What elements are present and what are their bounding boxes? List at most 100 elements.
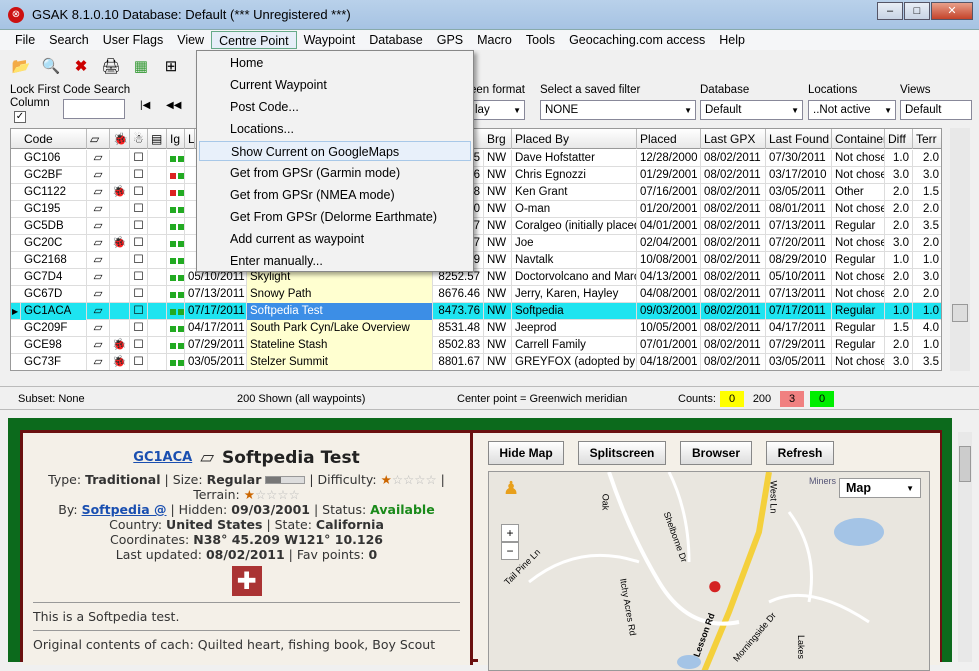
cell-by: O-man (512, 201, 637, 218)
google-map[interactable]: ♟ + − Map ▼ ● Oak Tail Pine Ln Itchy Acre… (488, 471, 930, 671)
cell-found: 08/29/2010 (766, 252, 832, 269)
col-type-icon[interactable]: ▱ (87, 129, 110, 149)
detail-panel: GC1ACA ▱ Softpedia Test Type: Traditiona… (8, 418, 952, 671)
screen-format-select[interactable]: lay ▼ (470, 100, 525, 120)
table-row[interactable]: GC195 0 NW O-man 01/20/2001 08/02/2011 08/01/2… (11, 201, 941, 218)
col-last-gpx[interactable]: Last GPX (701, 129, 766, 149)
export-icon[interactable]: ⊞ (160, 56, 182, 78)
cache-code-link[interactable]: GC1ACA (133, 450, 192, 465)
grid-icon[interactable]: ▦ (130, 56, 152, 78)
saved-filter-select[interactable]: NONE ▼ (540, 100, 696, 120)
dd-locations[interactable]: Locations... (199, 119, 471, 139)
country: United States (166, 517, 263, 532)
map-type-select[interactable]: Map ▼ (839, 478, 921, 498)
print-icon[interactable]: 🖨 (100, 56, 122, 78)
menu-gps[interactable]: GPS (430, 31, 470, 49)
menu-view[interactable]: View (170, 31, 211, 49)
grid-scrollbar[interactable] (950, 128, 970, 371)
cell-code: GC7D4 (21, 269, 87, 286)
cell-code: GC1ACA (21, 303, 87, 320)
table-row[interactable]: GC5DB 7 NW Coralgeo (initially placed b 04/0… (11, 218, 941, 235)
col-l[interactable]: L (185, 129, 195, 149)
views-select[interactable]: Default (900, 100, 972, 120)
cell-brg: NW (484, 303, 512, 320)
col-placed[interactable]: Placed (637, 129, 701, 149)
dd-gpsr-garmin[interactable]: Get from GPSr (Garmin mode) (199, 163, 471, 183)
col-brg[interactable]: Brg (484, 129, 512, 149)
nav-prev-icon[interactable]: ◀◀ (166, 100, 181, 111)
menu-database[interactable]: Database (362, 31, 430, 49)
open-folder-icon[interactable]: 📂 (10, 56, 32, 78)
col-diff[interactable]: Diff (885, 129, 913, 149)
menu-waypoint[interactable]: Waypoint (297, 31, 363, 49)
table-row[interactable]: ▶ GC1ACA 07/17/2011 Softpedia Test 8473.76 NW… (11, 303, 941, 320)
menu-help[interactable]: Help (712, 31, 752, 49)
owner-link[interactable]: Softpedia @ (82, 502, 167, 517)
pegman-icon[interactable]: ♟ (503, 478, 519, 504)
dd-gpsr-delorme[interactable]: Get From GPSr (Delorme Earthmate) (199, 207, 471, 227)
nav-first-icon[interactable]: |◀ (140, 100, 150, 111)
table-row[interactable]: GC1122 8 NW Ken Grant 07/16/2001 08/02/2011 0… (11, 184, 941, 201)
col-code[interactable]: Code (21, 129, 87, 149)
table-row[interactable]: GC67D 07/13/2011 Snowy Path 8676.46 NW Jerry,… (11, 286, 941, 303)
note-icon (148, 320, 167, 337)
col-terr[interactable]: Terr (913, 129, 941, 149)
dd-current-waypoint[interactable]: Current Waypoint (199, 75, 471, 95)
zoom-in-button[interactable]: + (501, 524, 519, 542)
close-button[interactable]: ✕ (931, 2, 973, 20)
hide-map-button[interactable]: Hide Map (488, 441, 564, 465)
dd-show-googlemaps[interactable]: Show Current on GoogleMaps (199, 141, 471, 161)
menu-macro[interactable]: Macro (470, 31, 519, 49)
table-row[interactable]: GC2BF 6 NW Chris Egnozzi 01/29/2001 08/02/201… (11, 167, 941, 184)
maximize-button[interactable]: □ (904, 2, 930, 20)
cell-found: 07/13/2011 (766, 286, 832, 303)
cell-placed: 10/05/2001 (637, 320, 701, 337)
search-document-icon[interactable]: 🔍 (40, 56, 62, 78)
first-aid-icon[interactable]: ✚ (231, 566, 262, 596)
lock-column-checkbox[interactable]: ✓ (14, 111, 26, 123)
cell-cont: Not chose (832, 201, 885, 218)
col-ig[interactable]: Ig (167, 129, 185, 149)
menu-search[interactable]: Search (42, 31, 96, 49)
database-select[interactable]: Default ▼ (700, 100, 803, 120)
col-placed-by[interactable]: Placed By (512, 129, 637, 149)
table-row[interactable]: GC20C 7 NW Joe 02/04/2001 08/02/2011 07/20/201… (11, 235, 941, 252)
cell-brg: NW (484, 252, 512, 269)
col-person-icon[interactable]: ☃ (130, 129, 148, 149)
menu-geocaching-access[interactable]: Geocaching.com access (562, 31, 712, 49)
table-row[interactable]: GC7D4 05/10/2011 Skylight 8252.57 NW Doctorvo… (11, 269, 941, 286)
splitscreen-button[interactable]: Splitscreen (578, 441, 666, 465)
dd-enter-manually[interactable]: Enter manually... (199, 251, 471, 271)
refresh-button[interactable]: Refresh (766, 441, 834, 465)
table-row[interactable]: GCE98 07/29/2011 Stateline Stash 8502.83 NW C… (11, 337, 941, 354)
map-marker-icon[interactable]: ● (707, 572, 727, 598)
delete-icon[interactable]: ✖ (70, 56, 92, 78)
minimize-button[interactable]: – (877, 2, 903, 20)
detail-scrollbar[interactable] (958, 432, 972, 662)
zoom-out-button[interactable]: − (501, 542, 519, 560)
cell-gpx: 08/02/2011 (701, 303, 766, 320)
table-row[interactable]: GC73F 03/05/2011 Stelzer Summit 8801.67 NW GR… (11, 354, 941, 370)
cell-code: GC73F (21, 354, 87, 370)
col-bug-icon[interactable]: 🐞 (110, 129, 130, 149)
dd-home[interactable]: Home (199, 53, 471, 73)
table-row[interactable]: GC209F 04/17/2011 South Park Cyn/Lake Over… (11, 320, 941, 337)
menu-file[interactable]: File (8, 31, 42, 49)
menu-tools[interactable]: Tools (519, 31, 562, 49)
dd-add-waypoint[interactable]: Add current as waypoint (199, 229, 471, 249)
found-checkbox-icon: ☐ (130, 201, 148, 218)
menu-bar: File Search User Flags View Centre Point… (0, 30, 979, 50)
col-container[interactable]: Container (832, 129, 885, 149)
code-search-input[interactable] (63, 99, 125, 119)
dd-post-code[interactable]: Post Code... (199, 97, 471, 117)
menu-user-flags[interactable]: User Flags (96, 31, 170, 49)
col-last-found[interactable]: Last Found (766, 129, 832, 149)
locations-select[interactable]: ..Not active ▼ (808, 100, 896, 120)
dd-gpsr-nmea[interactable]: Get from GPSr (NMEA mode) (199, 185, 471, 205)
cell-code: GC195 (21, 201, 87, 218)
col-note-icon[interactable]: ▤ (148, 129, 167, 149)
browser-button[interactable]: Browser (680, 441, 752, 465)
menu-centre-point[interactable]: Centre Point (211, 31, 297, 49)
table-row[interactable]: GC106 5 NW Dave Hofstatter 12/28/2000 08/02/2… (11, 150, 941, 167)
table-row[interactable]: GC2168 9 NW Navtalk 10/08/2001 08/02/2011 08/2… (11, 252, 941, 269)
